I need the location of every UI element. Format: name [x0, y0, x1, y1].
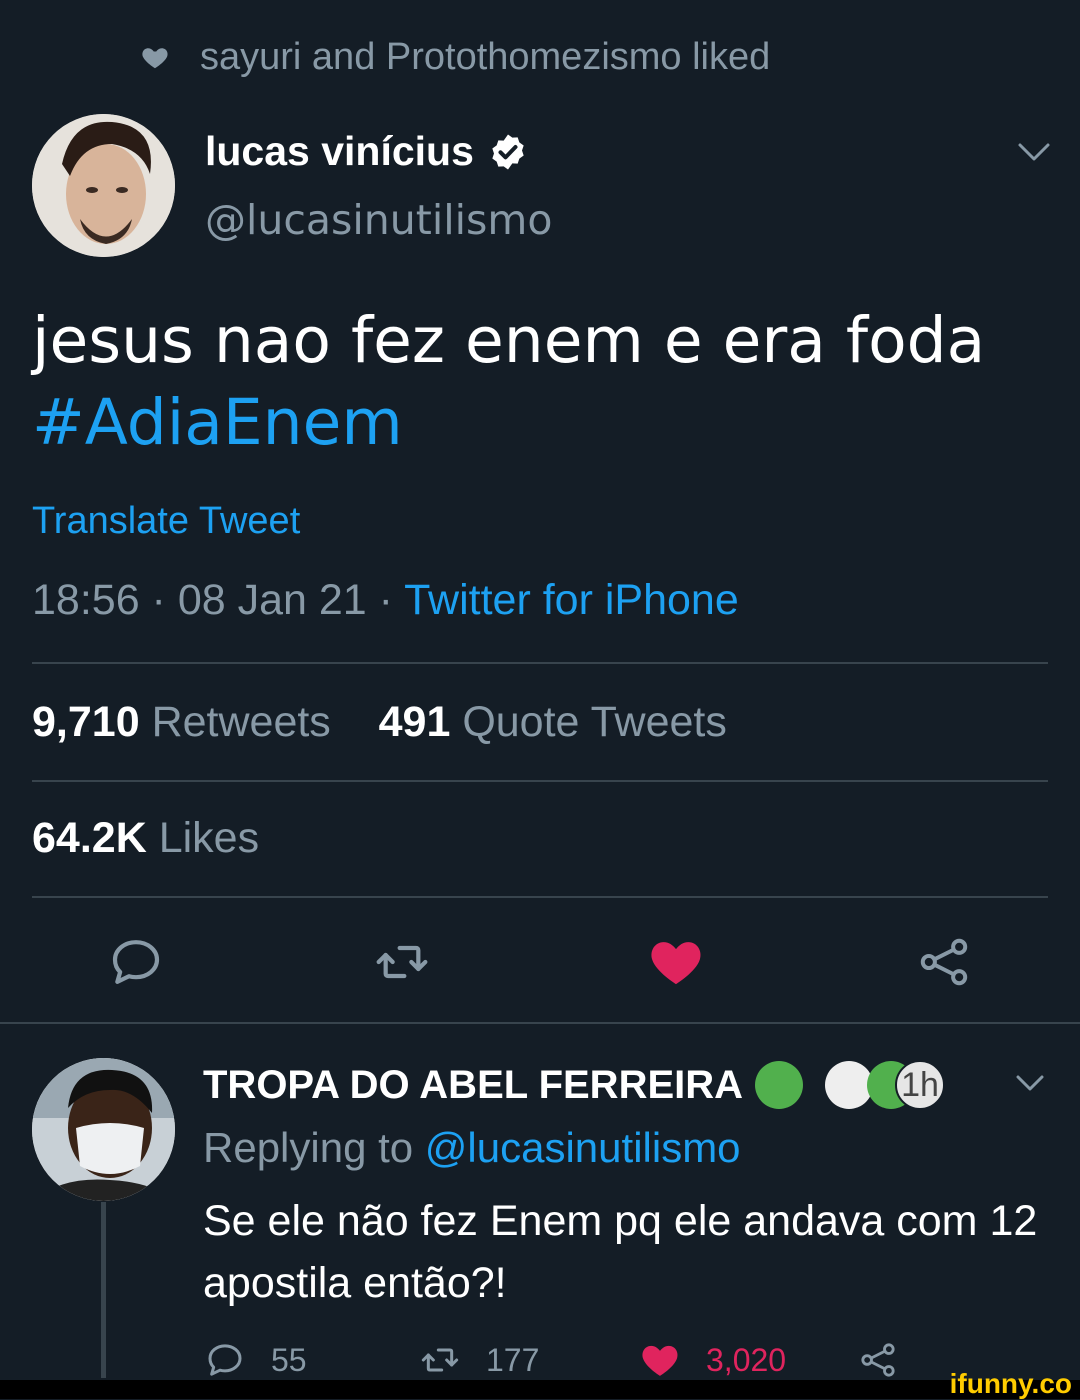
- replying-prefix: Replying to: [203, 1124, 425, 1171]
- quote-label: Quote Tweets: [462, 698, 727, 746]
- handle[interactable]: @lucasinutilismo: [205, 196, 552, 244]
- reply-icon: [208, 1344, 242, 1376]
- reply-reply-button[interactable]: 55: [205, 1340, 307, 1380]
- quotes-stat[interactable]: 491 Quote Tweets: [379, 698, 727, 746]
- likes-stat[interactable]: 64.2K Likes: [32, 814, 259, 863]
- social-context: sayuri and Protothomezismo liked: [140, 32, 770, 82]
- divider: [32, 896, 1048, 898]
- reply-avatar-image: [32, 1058, 175, 1201]
- timestamp: 18:56 · 08 Jan 21 ·: [32, 576, 405, 624]
- white-circle-emoji: [825, 1061, 874, 1109]
- retweets-label: Retweets: [151, 698, 331, 746]
- verified-badge-icon: [492, 134, 524, 169]
- retweets-count: 9,710: [32, 698, 140, 746]
- quote-count: 491: [378, 698, 451, 746]
- hashtag-link[interactable]: #AdiaEnem: [32, 382, 1042, 464]
- display-name-text[interactable]: lucas vinícius: [205, 128, 474, 175]
- display-name[interactable]: lucas vinícius: [205, 128, 528, 175]
- reply-avatar[interactable]: [32, 1058, 175, 1201]
- reply-share-button[interactable]: [858, 1340, 924, 1380]
- divider: [32, 662, 1048, 664]
- reply-display-name-text[interactable]: TROPA DO ABEL FERREIRA: [203, 1063, 743, 1108]
- like-icon[interactable]: [648, 934, 704, 990]
- reply-retweet-button[interactable]: 177: [420, 1340, 539, 1380]
- reply-like-button[interactable]: 3,020: [640, 1340, 786, 1380]
- reply-text: Se ele não fez Enem pq ele andava com 12…: [203, 1197, 1038, 1307]
- tweet-body: jesus nao fez enem e era foda: [32, 304, 986, 377]
- footer-bar: [0, 1380, 1080, 1399]
- reply-count: 55: [271, 1341, 307, 1378]
- reply-display-name[interactable]: TROPA DO ABEL FERREIRA 1h: [203, 1060, 946, 1110]
- likes-label: Likes: [158, 814, 260, 862]
- avatar[interactable]: [32, 114, 175, 257]
- thread-line: [101, 1202, 106, 1378]
- chevron-down-icon[interactable]: [1012, 1070, 1048, 1096]
- translate-tweet-link[interactable]: Translate Tweet: [32, 500, 300, 543]
- retweet-icon[interactable]: [374, 934, 430, 990]
- like-count: 3,020: [706, 1341, 787, 1378]
- avatar-image: [32, 114, 175, 257]
- retweet-count: 177: [486, 1341, 540, 1378]
- green-circle-emoji: [755, 1061, 804, 1109]
- share-icon[interactable]: [916, 934, 972, 990]
- engagement-stats: 9,710 Retweets 491 Quote Tweets: [32, 698, 727, 747]
- divider: [0, 1022, 1080, 1024]
- share-icon: [861, 1343, 895, 1377]
- replying-mention-link[interactable]: @lucasinutilismo: [425, 1124, 741, 1171]
- tweet-text: jesus nao fez enem e era foda #AdiaEnem: [32, 300, 1042, 464]
- replying-to: Replying to @lucasinutilismo: [203, 1124, 741, 1172]
- likes-count: 64.2K: [32, 814, 147, 862]
- reply-icon[interactable]: [108, 934, 164, 990]
- reply-time: 1h: [895, 1060, 946, 1110]
- watermark: ifunny.co: [949, 1368, 1072, 1399]
- retweets-stat[interactable]: 9,710 Retweets: [32, 698, 331, 746]
- heart-icon: [142, 48, 168, 69]
- tweet-meta: 18:56 · 08 Jan 21 · Twitter for iPhone: [32, 576, 739, 625]
- source-link[interactable]: Twitter for iPhone: [404, 576, 739, 624]
- social-context-text: sayuri and Protothomezismo liked: [200, 35, 771, 78]
- divider: [32, 780, 1048, 782]
- retweet-icon: [421, 1348, 459, 1372]
- like-icon: [642, 1345, 678, 1376]
- chevron-down-icon[interactable]: [1014, 138, 1054, 166]
